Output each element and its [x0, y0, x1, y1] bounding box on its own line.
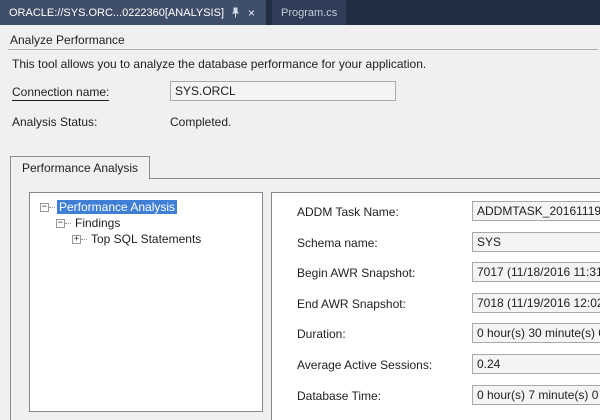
average-active-sessions-value[interactable]: [472, 354, 600, 374]
analysis-status-value: Completed.: [170, 115, 232, 129]
schema-name-label: Schema name:: [297, 236, 378, 250]
analyze-performance-document: Analyze Performance This tool allows you…: [0, 25, 600, 420]
database-time-value[interactable]: [472, 385, 600, 405]
analysis-status-label: Analysis Status:: [12, 115, 98, 129]
expand-icon[interactable]: +: [72, 234, 81, 244]
tab-oracle-analysis[interactable]: ORACLE://SYS.ORC...0222360[ANALYSIS] ×: [0, 0, 267, 25]
begin-awr-snapshot-value[interactable]: [472, 262, 600, 282]
tab-performance-analysis-label: Performance Analysis: [22, 161, 139, 175]
analysis-tree: − Performance Analysis − Findings + Top …: [29, 192, 263, 412]
page-title: Analyze Performance: [10, 33, 125, 47]
tree-row: + Top SQL Statements: [30, 231, 262, 247]
schema-name-value[interactable]: [472, 232, 600, 252]
tree-item-findings[interactable]: Findings: [73, 216, 122, 230]
end-awr-snapshot-label: End AWR Snapshot:: [297, 297, 406, 311]
collapse-icon[interactable]: −: [40, 202, 49, 212]
tab-program-cs-label: Program.cs: [281, 6, 338, 19]
addm-task-name-value[interactable]: [472, 201, 600, 221]
begin-awr-snapshot-label: Begin AWR Snapshot:: [297, 266, 416, 280]
connection-name-input[interactable]: [170, 81, 396, 101]
tree-connector: [81, 238, 87, 240]
tree-item-performance-analysis[interactable]: Performance Analysis: [57, 200, 178, 214]
database-time-label: Database Time:: [297, 389, 382, 403]
average-active-sessions-label: Average Active Sessions:: [297, 358, 433, 372]
tree-connector: [49, 206, 55, 208]
duration-label: Duration:: [297, 327, 346, 341]
tab-program-cs[interactable]: Program.cs: [272, 0, 347, 25]
document-tab-bar: ORACLE://SYS.ORC...0222360[ANALYSIS] × P…: [0, 0, 600, 25]
details-panel: ADDM Task Name: Schema name: Begin AWR S…: [271, 192, 600, 420]
title-separator: [8, 49, 598, 50]
pin-icon[interactable]: [231, 7, 240, 18]
tree-item-top-sql-statements[interactable]: Top SQL Statements: [89, 232, 203, 246]
connection-name-label: Connection name:: [12, 85, 110, 101]
collapse-icon[interactable]: −: [56, 218, 65, 228]
tab-performance-analysis[interactable]: Performance Analysis: [10, 156, 151, 179]
tool-description: This tool allows you to analyze the data…: [12, 57, 427, 71]
duration-value[interactable]: [472, 323, 600, 343]
tab-oracle-analysis-label: ORACLE://SYS.ORC...0222360[ANALYSIS]: [9, 6, 225, 19]
end-awr-snapshot-value[interactable]: [472, 293, 600, 313]
addm-task-name-label: ADDM Task Name:: [297, 205, 399, 219]
tree-row: − Performance Analysis: [30, 199, 262, 215]
tree-connector: [65, 222, 71, 224]
analysis-panel: − Performance Analysis − Findings + Top …: [10, 178, 600, 420]
close-icon[interactable]: ×: [246, 7, 257, 19]
tree-row: − Findings: [30, 215, 262, 231]
